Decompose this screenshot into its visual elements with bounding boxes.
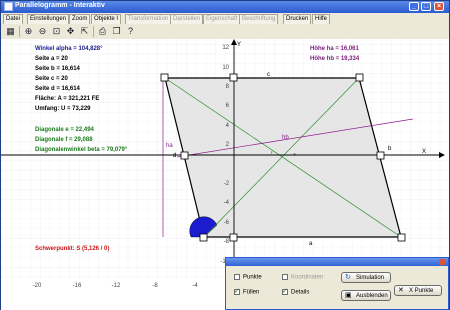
checkbox-details[interactable]: Details xyxy=(282,287,310,296)
vertex-b[interactable] xyxy=(397,233,406,242)
zoom-out-icon[interactable]: ⊖ xyxy=(37,26,48,37)
vertex-d[interactable] xyxy=(160,73,169,82)
vertex-a[interactable] xyxy=(199,233,208,242)
midpoint-d[interactable] xyxy=(180,151,189,160)
checkbox-fuellen-label: Füllen xyxy=(243,289,260,296)
checkbox-box xyxy=(282,287,288,295)
label-hb: hb xyxy=(282,135,289,141)
toolbar: ▦ ⊕ ⊖ ⊡ ✥ ⇱ ⎙ ❐ ? xyxy=(1,24,449,40)
title-bar[interactable]: Parallelogramm - Interaktiv _ □ × xyxy=(1,1,449,13)
simulation-button[interactable]: ↻ Simulation xyxy=(341,272,391,283)
info-diagonale-e: Diagonale e = 22,494 xyxy=(35,127,94,133)
midpoint-a[interactable] xyxy=(229,233,238,242)
checkbox-details-label: Details xyxy=(291,289,310,296)
label-d: d xyxy=(173,153,176,159)
copy-icon[interactable]: ❐ xyxy=(111,26,122,37)
info-diagonalenwinkel: Diagonalenwinkel beta = 79,079° xyxy=(35,147,128,153)
y-tick: -4 xyxy=(224,200,230,206)
y-tick: -8 xyxy=(224,239,230,245)
toolbar-separator xyxy=(19,26,20,37)
info-seite-b: Seite b = 16,614 xyxy=(35,66,80,72)
y-axis-label: Y xyxy=(237,42,241,48)
midpoint-c[interactable] xyxy=(229,73,238,82)
minimize-button[interactable]: _ xyxy=(409,2,419,11)
info-seite-d: Seite d = 16,614 xyxy=(35,86,80,92)
label-ha: ha xyxy=(166,143,173,149)
zoom-in-icon[interactable]: ⊕ xyxy=(23,26,34,37)
x-icon: ✕ xyxy=(398,287,404,294)
y-tick: 10 xyxy=(222,65,229,71)
window-title: Parallelogramm - Interaktiv xyxy=(15,2,105,9)
checkbox-box xyxy=(234,287,240,295)
x-tick: -12 xyxy=(112,283,121,289)
simulation-button-label: Simulation xyxy=(356,275,385,281)
grid-icon[interactable]: ▦ xyxy=(5,26,16,37)
label-c: c xyxy=(267,72,270,78)
info-seite-c: Seite c = 20 xyxy=(35,76,68,82)
checkbox-koordinaten[interactable]: Koordinaten xyxy=(282,274,323,281)
checkbox-fuellen[interactable]: Füllen xyxy=(234,287,260,296)
label-e: e xyxy=(293,152,296,158)
y-tick: 12 xyxy=(222,45,229,51)
info-alpha: Winkel alpha = 104,828° xyxy=(35,46,103,52)
x-punkte-button-label: X Punkte xyxy=(409,288,434,294)
midpoint-b[interactable] xyxy=(376,151,385,160)
ausblenden-button-label: Ausblenden xyxy=(356,293,388,299)
vertex-c[interactable] xyxy=(355,73,364,82)
select-icon[interactable]: ⇱ xyxy=(79,26,90,37)
control-dialog: Punkte Koordinaten Füllen Details ↻ Simul… xyxy=(225,257,449,310)
x-tick: -16 xyxy=(73,283,82,289)
toolbar-separator xyxy=(93,26,94,37)
info-hoehe-ha: Höhe ha = 16,061 xyxy=(310,46,359,52)
print-icon[interactable]: ⎙ xyxy=(97,26,108,37)
x-tick: -20 xyxy=(33,283,42,289)
dialog-close-button[interactable] xyxy=(439,259,446,265)
app-icon xyxy=(4,2,13,11)
x-tick: -8 xyxy=(152,283,158,289)
x-tick: -4 xyxy=(192,283,198,289)
maximize-button[interactable]: □ xyxy=(421,2,431,11)
checkbox-punkte-label: Punkte xyxy=(243,274,262,281)
x-axis-label: X xyxy=(422,149,426,155)
main-window: Parallelogramm - Interaktiv _ □ × Datei … xyxy=(0,0,450,310)
info-schwerpunkt: Schwerpunkt: S (5,126 / 0) xyxy=(35,246,110,252)
ausblenden-button[interactable]: ▣ Ausblenden xyxy=(341,290,391,301)
x-punkte-button[interactable]: ✕ X Punkte xyxy=(394,285,442,296)
info-seite-a: Seite a = 20 xyxy=(35,56,68,62)
zoom-fit-icon[interactable]: ⊡ xyxy=(51,26,62,37)
y-tick: -2 xyxy=(224,181,230,187)
window-icon: ▣ xyxy=(345,292,352,299)
info-umfang: Umfang: U = 73,229 xyxy=(35,106,91,112)
y-tick: -6 xyxy=(224,220,230,226)
help-icon[interactable]: ? xyxy=(125,26,136,37)
refresh-icon: ↻ xyxy=(345,274,351,281)
checkbox-punkte[interactable]: Punkte xyxy=(234,274,262,281)
close-button[interactable]: × xyxy=(434,2,444,11)
info-hoehe-hb: Höhe hb = 19,334 xyxy=(310,56,360,62)
checkbox-box xyxy=(282,274,288,280)
move-icon[interactable]: ✥ xyxy=(65,26,76,37)
info-diagonale-f: Diagonale f = 29,088 xyxy=(35,137,93,143)
dialog-title-bar[interactable] xyxy=(226,258,448,266)
info-flaeche: Fläche: A = 321,221 FE xyxy=(35,96,100,102)
checkbox-koordinaten-label: Koordinaten xyxy=(291,274,324,281)
checkbox-box xyxy=(234,274,240,280)
